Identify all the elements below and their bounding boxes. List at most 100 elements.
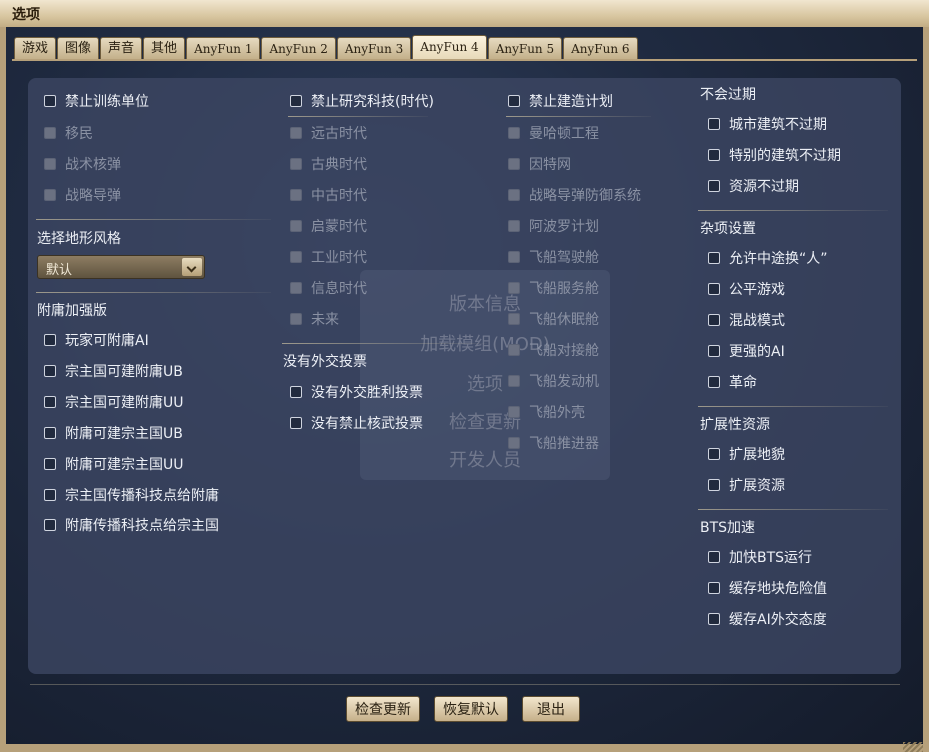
checkbox-bts-0[interactable]: 加快BTS运行 <box>708 548 812 566</box>
checkbox-box[interactable] <box>708 345 720 357</box>
checkbox-label: 远古时代 <box>311 126 367 142</box>
checkbox-vassal-0[interactable]: 玩家可附庸AI <box>44 331 149 349</box>
misc-heading: 杂项设置 <box>700 221 756 237</box>
checkbox-box[interactable] <box>44 489 56 501</box>
checkbox-box <box>290 158 302 170</box>
checkbox-box[interactable] <box>708 551 720 563</box>
checkbox-label: 宗主国传播科技点给附庸 <box>65 488 219 504</box>
checkbox-misc-3[interactable]: 更强的AI <box>708 342 785 360</box>
checkbox-label: 更强的AI <box>729 344 785 360</box>
checkbox-project-1: 曼哈顿工程 <box>508 124 599 142</box>
checkbox-box[interactable] <box>290 95 302 107</box>
checkbox-era-modern: 信息时代 <box>290 279 367 297</box>
check-update-button[interactable]: 检查更新 <box>346 696 420 722</box>
restore-default-button[interactable]: 恢复默认 <box>434 696 508 722</box>
obsolete-heading: 不会过期 <box>700 87 756 103</box>
checkbox-box <box>290 313 302 325</box>
checkbox-era-classical: 古典时代 <box>290 155 367 173</box>
checkbox-project-3: 战略导弹防御系统 <box>508 186 641 204</box>
checkbox-box <box>290 220 302 232</box>
tab-anyfun-2[interactable]: AnyFun 2 <box>261 37 336 59</box>
checkbox-vassal-3[interactable]: 附庸可建宗主国UB <box>44 424 183 442</box>
checkbox-box <box>508 220 520 232</box>
checkbox-misc-0[interactable]: 允许中途换“人” <box>708 249 828 267</box>
separator <box>288 116 428 117</box>
tab-anyfun-5[interactable]: AnyFun 5 <box>487 37 563 59</box>
tab-anyfun-4[interactable]: AnyFun 4 <box>412 35 487 59</box>
checkbox-box[interactable] <box>708 283 720 295</box>
chevron-down-icon[interactable] <box>182 258 202 276</box>
checkbox-obsolete-0[interactable]: 城市建筑不过期 <box>708 115 827 133</box>
checkbox-box[interactable] <box>290 417 302 429</box>
checkbox-box[interactable] <box>708 149 720 161</box>
checkbox-box[interactable] <box>708 448 720 460</box>
checkbox-ext-1[interactable]: 扩展资源 <box>708 476 785 494</box>
checkbox-box[interactable] <box>708 314 720 326</box>
checkbox-ext-0[interactable]: 扩展地貌 <box>708 445 785 463</box>
bts-heading: BTS加速 <box>700 520 756 536</box>
checkbox-box[interactable] <box>290 386 302 398</box>
checkbox-misc-2[interactable]: 混战模式 <box>708 311 785 329</box>
tab-anyfun-6[interactable]: AnyFun 6 <box>563 37 638 59</box>
checkbox-label: 飞船对接舱 <box>529 343 599 359</box>
checkbox-label: 扩展地貌 <box>729 447 785 463</box>
tab-game[interactable]: 游戏 <box>14 37 57 59</box>
tab-bar: 游戏 图像 声音 其他 AnyFun 1 AnyFun 2 AnyFun 3 A… <box>14 35 638 60</box>
tab-underline <box>12 59 917 61</box>
checkbox-box[interactable] <box>44 396 56 408</box>
checkbox-box[interactable] <box>708 252 720 264</box>
checkbox-box[interactable] <box>708 180 720 192</box>
resize-grip-icon[interactable] <box>903 742 923 752</box>
checkbox-box[interactable] <box>508 95 520 107</box>
tab-graphics[interactable]: 图像 <box>57 37 100 59</box>
checkbox-project-10: 飞船外壳 <box>508 403 585 421</box>
checkbox-misc-1[interactable]: 公平游戏 <box>708 280 785 298</box>
checkbox-label: 阿波罗计划 <box>529 219 599 235</box>
checkbox-obsolete-2[interactable]: 资源不过期 <box>708 177 799 195</box>
tab-other[interactable]: 其他 <box>143 37 186 59</box>
checkbox-box[interactable] <box>708 479 720 491</box>
tab-anyfun-1[interactable]: AnyFun 1 <box>186 37 261 59</box>
checkbox-box[interactable] <box>44 427 56 439</box>
checkbox-era-industrial: 工业时代 <box>290 248 367 266</box>
checkbox-vassal-2[interactable]: 宗主国可建附庸UU <box>44 393 184 411</box>
dropdown-value: 默认 <box>46 263 73 278</box>
checkbox-box[interactable] <box>708 118 720 130</box>
checkbox-bts-2[interactable]: 缓存AI外交态度 <box>708 610 827 628</box>
separator <box>506 116 651 117</box>
checkbox-box[interactable] <box>708 376 720 388</box>
checkbox-box[interactable] <box>44 519 56 531</box>
checkbox-box[interactable] <box>44 458 56 470</box>
checkbox-misc-4[interactable]: 革命 <box>708 373 757 391</box>
checkbox-box[interactable] <box>708 582 720 594</box>
checkbox-box[interactable] <box>44 95 56 107</box>
checkbox-vassal-5[interactable]: 宗主国传播科技点给附庸 <box>44 486 219 504</box>
exit-button[interactable]: 退出 <box>522 696 580 722</box>
checkbox-vassal-1[interactable]: 宗主国可建附庸UB <box>44 362 183 380</box>
checkbox-label: 禁止建造计划 <box>529 94 613 110</box>
checkbox-ban-projects[interactable]: 禁止建造计划 <box>508 92 613 110</box>
window-title: 选项 <box>12 7 40 23</box>
checkbox-label: 允许中途换“人” <box>729 251 828 267</box>
checkbox-label: 中古时代 <box>311 188 367 204</box>
checkbox-box[interactable] <box>708 613 720 625</box>
checkbox-vassal-6[interactable]: 附庸传播科技点给宗主国 <box>44 516 219 534</box>
tab-audio[interactable]: 声音 <box>100 37 143 59</box>
checkbox-label: 玩家可附庸AI <box>65 333 149 349</box>
checkbox-era-ancient: 远古时代 <box>290 124 367 142</box>
checkbox-vassal-4[interactable]: 附庸可建宗主国UU <box>44 455 184 473</box>
checkbox-box <box>508 282 520 294</box>
terrain-style-dropdown[interactable]: 默认 <box>37 255 205 279</box>
checkbox-no-diplo-victory[interactable]: 没有外交胜利投票 <box>290 383 423 401</box>
checkbox-obsolete-1[interactable]: 特别的建筑不过期 <box>708 146 841 164</box>
checkbox-box[interactable] <box>44 334 56 346</box>
checkbox-ban-units[interactable]: 禁止训练单位 <box>44 92 149 110</box>
checkbox-box[interactable] <box>44 365 56 377</box>
checkbox-label: 飞船服务舱 <box>529 281 599 297</box>
checkbox-bts-1[interactable]: 缓存地块危险值 <box>708 579 827 597</box>
checkbox-no-nuke-ban[interactable]: 没有禁止核武投票 <box>290 414 423 432</box>
checkbox-label: 曼哈顿工程 <box>529 126 599 142</box>
tab-anyfun-3[interactable]: AnyFun 3 <box>336 37 412 59</box>
checkbox-ban-tech[interactable]: 禁止研究科技(时代) <box>290 92 434 110</box>
checkbox-label: 公平游戏 <box>729 282 785 298</box>
